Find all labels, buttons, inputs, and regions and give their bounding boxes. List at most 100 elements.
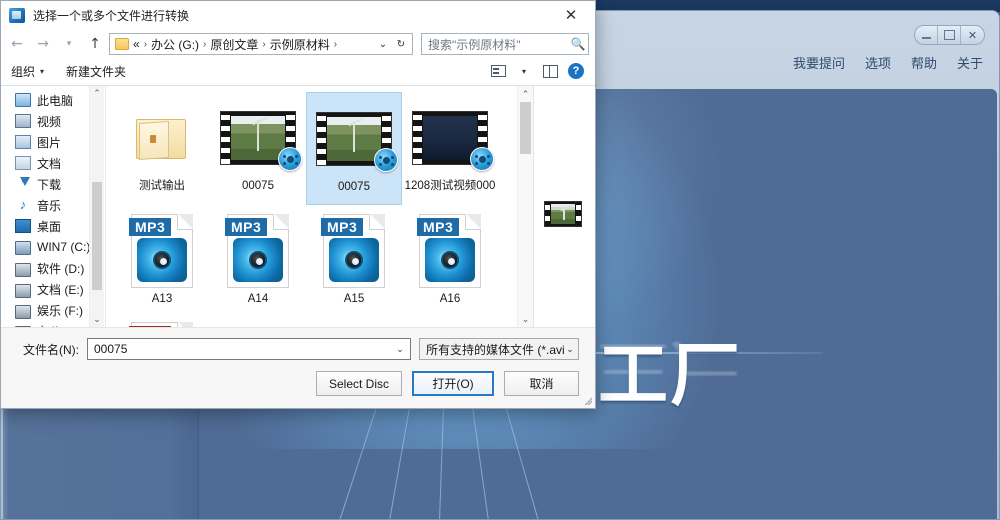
file-list[interactable]: 测试输出 00075 00075 1208测试视频000 MP3 A13 MP3… — [105, 85, 533, 327]
resize-grip[interactable] — [582, 395, 592, 405]
place-label: 娱乐 (F:) — [37, 303, 83, 318]
open-button[interactable]: 打开(O) — [412, 371, 494, 396]
place-label: 此电脑 — [37, 93, 74, 108]
minimize-button[interactable] — [915, 26, 938, 44]
file-item-folder[interactable]: 测试输出 — [114, 92, 210, 205]
file-item-a14[interactable]: MP3 A14 — [210, 205, 306, 318]
scroll-up-icon[interactable]: ⌃ — [90, 86, 104, 101]
filename-label: 文件名(N): — [23, 342, 79, 357]
thumbnail — [307, 97, 401, 181]
help-icon: ? — [568, 63, 584, 80]
menu-item-about[interactable]: 关于 — [957, 53, 983, 72]
mp3-file-icon: MP3 — [225, 213, 289, 288]
film-icon — [412, 110, 494, 171]
drive-icon — [15, 304, 31, 319]
menu-item-help[interactable]: 帮助 — [911, 53, 937, 72]
place-label: 文档 (E:) — [37, 282, 84, 297]
places-scrollbar[interactable]: ⌃ ⌄ — [89, 85, 104, 327]
file-list-scrollbar[interactable]: ⌃ ⌄ — [517, 85, 533, 327]
breadcrumb-item-folder1[interactable]: 原创文章 — [210, 36, 258, 53]
breadcrumb-separator: › — [333, 38, 338, 50]
place-label: 图片 — [37, 135, 62, 150]
up-button[interactable]: ↑ — [83, 32, 107, 56]
place-label: 音乐 — [37, 198, 62, 213]
breadcrumb-item-drive[interactable]: 办公 (G:) — [151, 36, 199, 53]
refresh-icon[interactable]: ↻ — [392, 39, 410, 50]
scrollbar-thumb[interactable] — [92, 181, 102, 290]
chevron-down-icon[interactable]: ⌄ — [564, 344, 576, 355]
film-icon — [220, 110, 302, 171]
cancel-button[interactable]: 取消 — [504, 371, 579, 396]
place-label: 视频 — [37, 114, 62, 129]
place-label: 桌面 — [37, 219, 62, 234]
preview-pane-button[interactable] — [537, 60, 563, 82]
filename-input[interactable]: 00075 ⌄ — [87, 338, 411, 360]
file-item-video-2-selected[interactable]: 00075 — [306, 91, 402, 205]
select-disc-button[interactable]: Select Disc — [315, 371, 402, 396]
search-placeholder: 搜索"示例原材料" — [428, 37, 521, 52]
mp3-file-icon: MP3 — [129, 213, 193, 288]
breadcrumb-separator: › — [203, 38, 207, 50]
thumbnail: MP4 — [114, 321, 210, 327]
filename-row: 文件名(N): 00075 ⌄ 所有支持的媒体文件 (*.avi *.as ⌄ — [17, 338, 579, 360]
file-name: A15 — [343, 292, 365, 305]
file-grid: 测试输出 00075 00075 1208测试视频000 MP3 A13 MP3… — [114, 91, 515, 327]
file-name: A13 — [151, 292, 173, 305]
file-item-a16[interactable]: MP3 A16 — [402, 205, 498, 318]
pictures-icon — [15, 135, 31, 150]
dialog-title: 选择一个或多个文件进行转换 — [33, 8, 190, 23]
thumbnail — [114, 96, 210, 180]
help-button[interactable]: ? — [563, 60, 589, 82]
filename-value: 00075 — [94, 342, 128, 356]
place-label: 文档 — [37, 156, 62, 171]
back-button[interactable]: ← — [5, 32, 29, 56]
logo-text: 工厂 — [598, 336, 742, 414]
scroll-down-icon[interactable]: ⌄ — [90, 312, 104, 327]
scroll-up-icon[interactable]: ⌃ — [518, 86, 533, 102]
new-folder-button[interactable]: 新建文件夹 — [66, 63, 126, 80]
places-sidebar: 此电脑 视频 图片 文档 下载 ♪ 音乐 桌面 WIN7 (C:) 软件 (D:)… — [1, 85, 105, 327]
breadcrumb-item-folder2[interactable]: 示例原材料 — [270, 36, 330, 53]
organize-button[interactable]: 组织 ▾ — [11, 63, 44, 80]
close-button[interactable]: ✕ — [961, 26, 984, 44]
format-tag: MP3 — [225, 217, 268, 236]
search-input[interactable]: 搜索"示例原材料" 🔍 — [421, 33, 589, 56]
view-dropdown-button[interactable]: ▾ — [511, 60, 537, 82]
media-badge-icon — [470, 146, 494, 171]
file-item-mp4-partial[interactable]: MP4 — [114, 318, 210, 327]
window-controls[interactable]: ✕ — [914, 25, 985, 45]
chevron-down-icon[interactable]: ⌄ — [392, 344, 408, 355]
desktop-icon — [15, 219, 31, 234]
file-item-a15[interactable]: MP3 A15 — [306, 205, 402, 318]
file-item-video-1[interactable]: 00075 — [210, 92, 306, 205]
recent-locations-button[interactable]: ▾ — [57, 32, 81, 56]
music-icon: ♪ — [19, 197, 27, 213]
file-item-video-3[interactable]: 1208测试视频000 — [402, 92, 498, 205]
close-icon[interactable]: ✕ — [551, 1, 591, 29]
filetype-select[interactable]: 所有支持的媒体文件 (*.avi *.as ⌄ — [419, 338, 579, 360]
scroll-down-icon[interactable]: ⌄ — [518, 311, 533, 327]
dialog-body: 此电脑 视频 图片 文档 下载 ♪ 音乐 桌面 WIN7 (C:) 软件 (D:)… — [1, 85, 595, 327]
thumbnail — [402, 96, 498, 180]
videos-icon — [15, 114, 31, 129]
preview-pane — [533, 85, 595, 327]
downloads-icon — [15, 177, 31, 191]
menu-item-ask[interactable]: 我要提问 — [793, 53, 845, 72]
app-icon — [9, 7, 25, 23]
search-icon: 🔍 — [570, 37, 586, 52]
maximize-button[interactable] — [938, 26, 961, 44]
place-label: 软件 (D:) — [37, 261, 85, 276]
computer-icon — [15, 93, 31, 108]
menu-item-options[interactable]: 选项 — [865, 53, 891, 72]
place-label: 下载 — [37, 177, 62, 192]
thumbnail: MP3 — [114, 209, 210, 293]
app-menu[interactable]: 我要提问 选项 帮助 关于 — [793, 53, 983, 72]
format-tag: MP3 — [129, 217, 172, 236]
breadcrumb-dropdown-icon[interactable]: ⌄ — [374, 39, 392, 50]
documents-icon — [15, 156, 31, 171]
view-options-button[interactable] — [485, 60, 511, 82]
file-item-a13[interactable]: MP3 A13 — [114, 205, 210, 318]
scrollbar-thumb[interactable] — [520, 101, 531, 154]
forward-button[interactable]: → — [31, 32, 55, 56]
breadcrumb[interactable]: « › 办公 (G:) › 原创文章 › 示例原材料 › ⌄ ↻ — [109, 33, 413, 56]
